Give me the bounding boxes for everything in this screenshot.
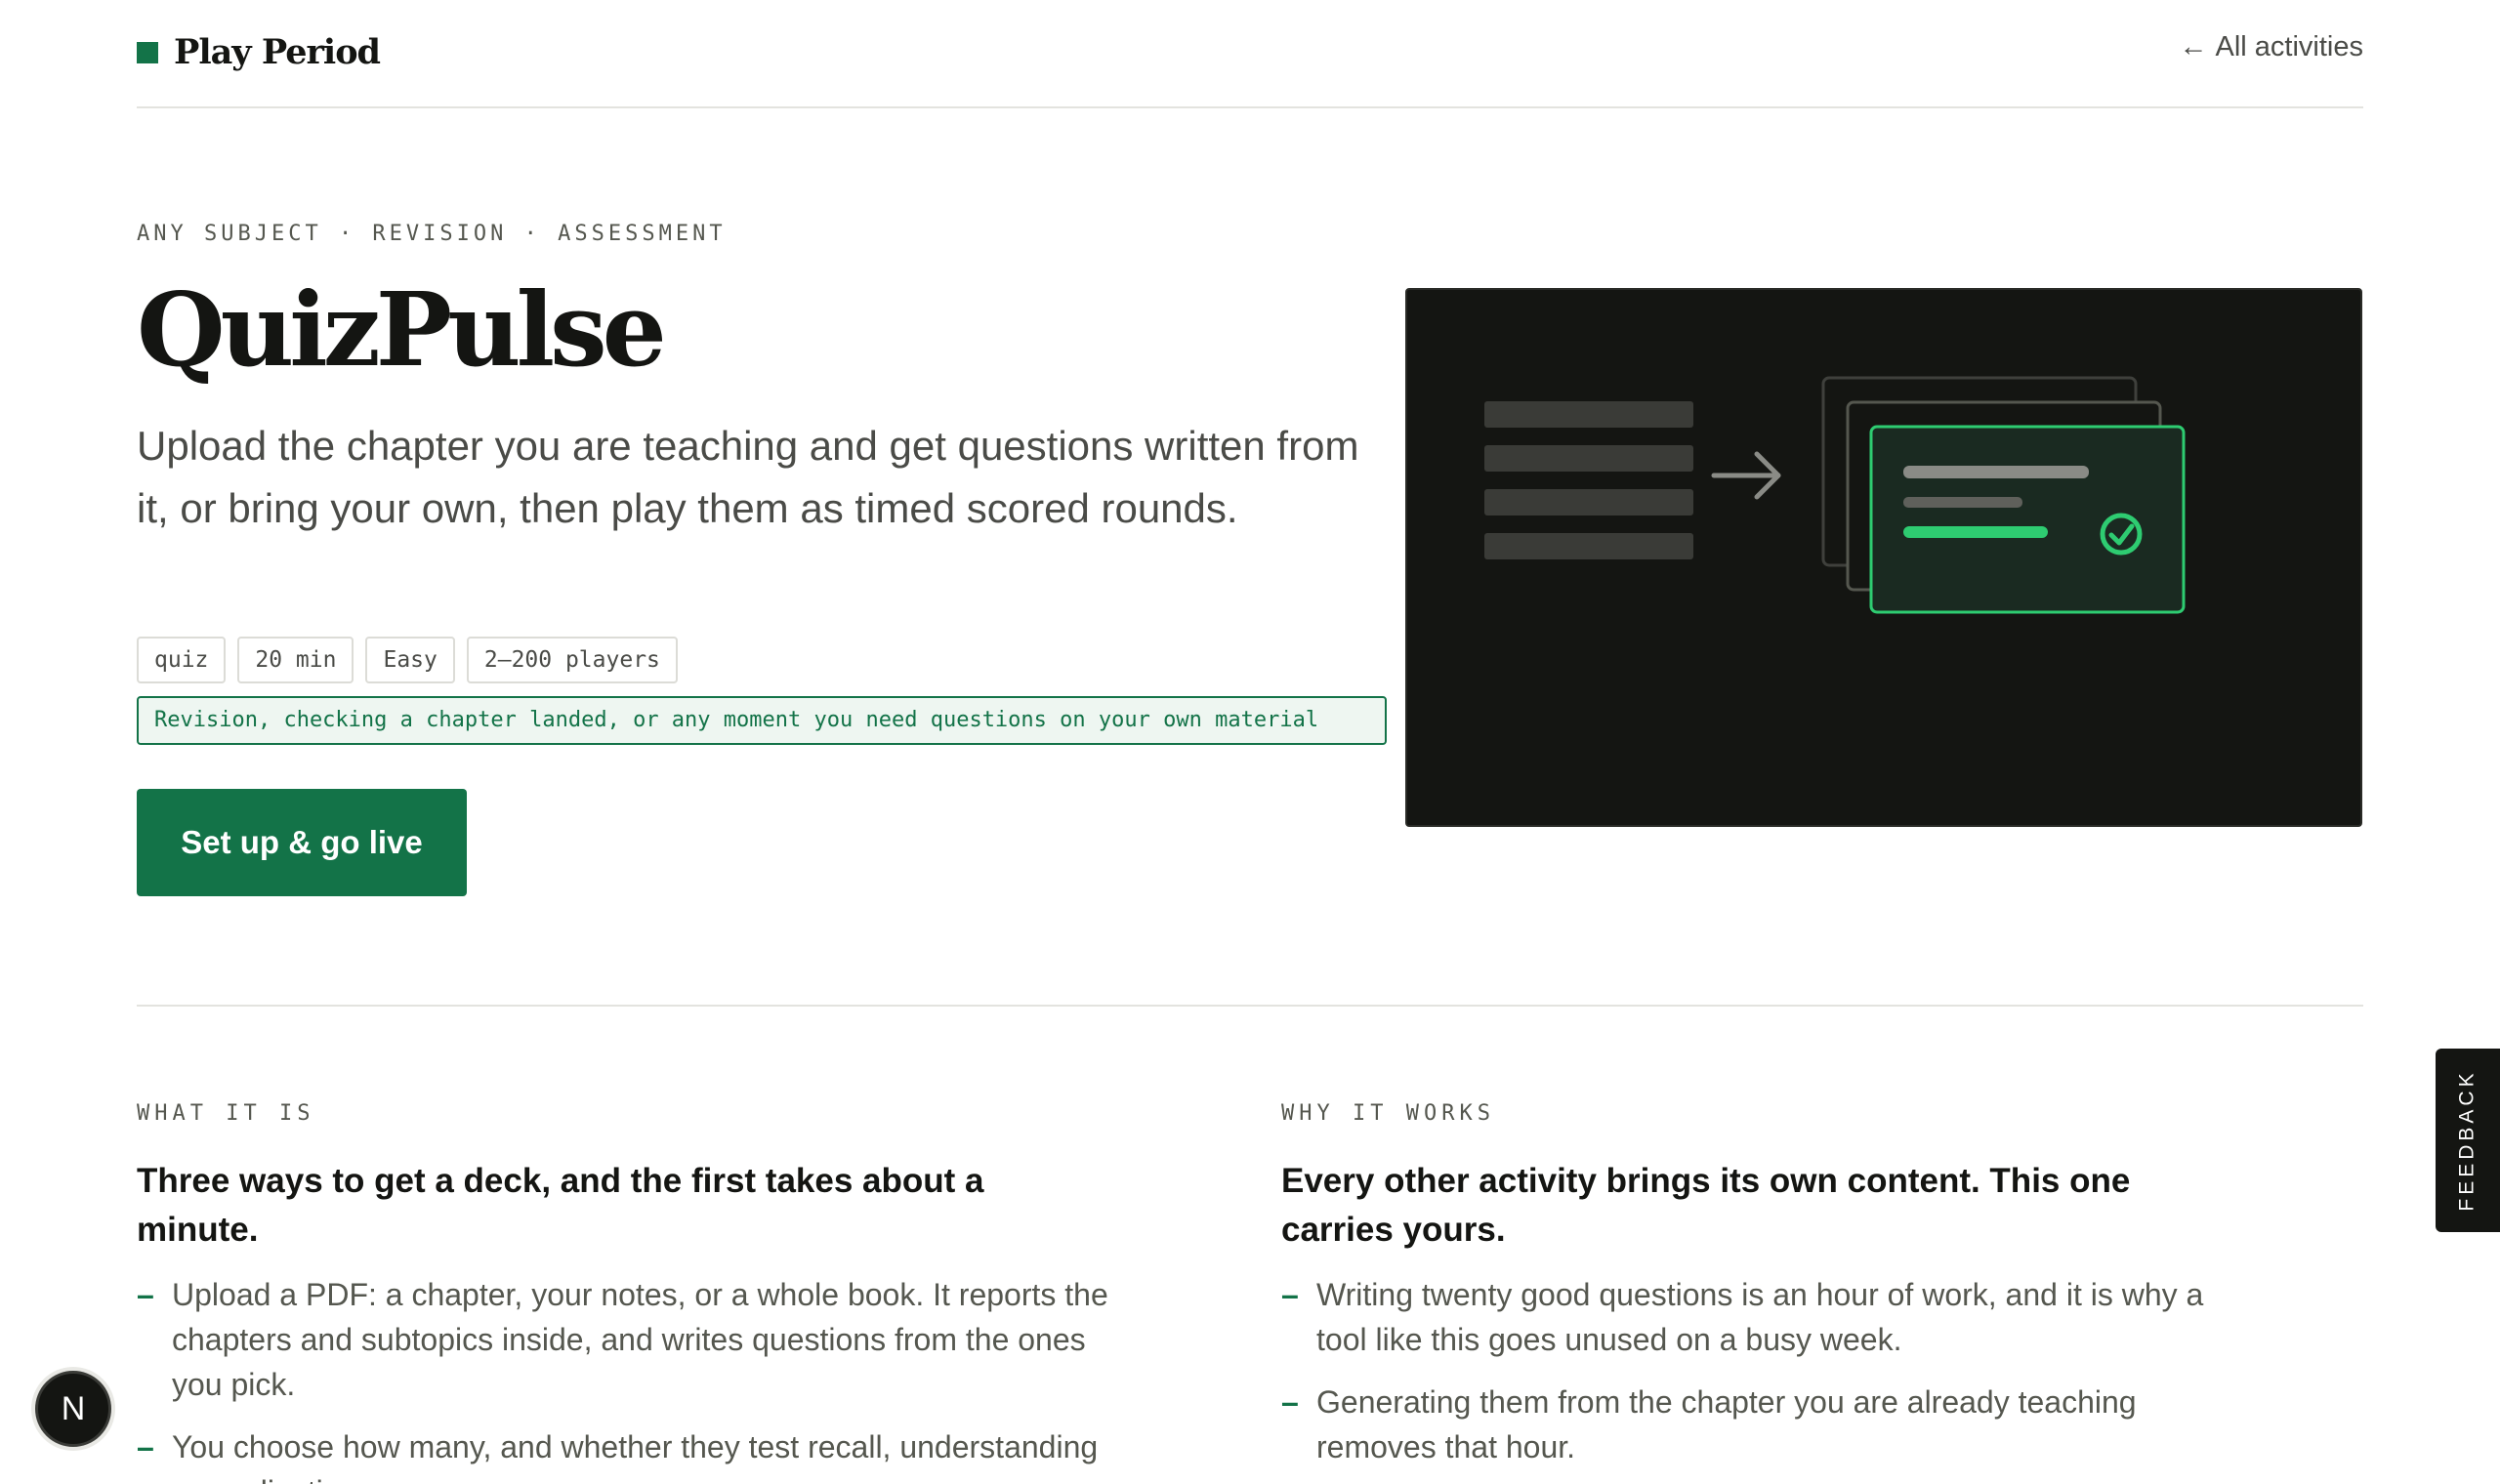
section-heading: Three ways to get a deck, and the first … [137,1162,984,1249]
list-item: – You choose how many, and whether they t… [137,1424,1113,1484]
brand-name: Play Period [174,32,381,72]
question-cards-icon [1821,376,2186,614]
list-item-text: Generating them from the chapter you are… [1316,1384,2137,1464]
hero-section: ANY SUBJECT · REVISION · ASSESSMENT Quiz… [137,108,2363,1007]
illustration-svg [1484,376,2186,614]
list-item: – Upload a PDF: a chapter, your notes, or… [137,1272,1113,1407]
document-lines-icon [1484,401,1693,559]
dash-icon: – [1281,1384,1299,1420]
dash-icon: – [137,1429,154,1464]
list-item: – Generating them from the chapter you ar… [1281,1380,2258,1469]
dash-icon: – [137,1277,154,1312]
chip-difficulty: Easy [365,637,455,683]
all-activities-link[interactable]: ← All activities [2180,31,2364,63]
list-item-text: Upload a PDF: a chapter, your notes, or … [172,1277,1108,1402]
arrow-right-icon [1711,451,1781,500]
list-item-text: Writing twenty good questions is an hour… [1316,1277,2204,1357]
n-avatar-button[interactable]: N [35,1371,111,1447]
bullet-list: – Upload a PDF: a chapter, your notes, or… [137,1272,1108,1484]
list-item: – Writing twenty good questions is an hou… [1281,1272,2258,1362]
chip-players: 2–200 players [466,637,678,683]
what-it-is-section: WHAT IT IS Three ways to get a deck, and… [137,1101,1108,1484]
use-case-tag: Revision, checking a chapter landed, or … [137,696,1387,745]
dash-icon: – [1281,1277,1299,1312]
setup-go-live-button[interactable]: Set up & go live [137,789,467,896]
chip-duration: 20 min [237,637,354,683]
activity-illustration [1405,288,2362,827]
section-divider [137,1005,2363,1007]
activity-description: Upload the chapter you are teaching and … [137,423,1359,531]
brand[interactable]: Play Period [137,32,381,72]
n-letter: N [61,1389,86,1427]
feedback-tab[interactable]: FEEDBACK [2436,1049,2500,1232]
brand-logo-square [137,41,158,63]
subject-eyebrow: ANY SUBJECT · REVISION · ASSESSMENT [137,222,727,246]
why-it-works-section: WHY IT WORKS Every other activity brings… [1281,1101,2238,1484]
section-label: WHY IT WORKS [1281,1101,1495,1126]
page-title: QuizPulse [137,269,667,390]
section-label: WHAT IT IS [137,1101,315,1126]
chip-type: quiz [137,637,227,683]
bullet-list: – Writing twenty good questions is an hou… [1281,1272,2238,1469]
list-item-text: You choose how many, and whether they te… [172,1429,1099,1484]
arrow-left-icon: ← [2179,31,2208,62]
activity-meta-chips: quiz 20 min Easy 2–200 players [137,637,678,683]
site-header: Play Period ← All activities [137,0,2363,108]
section-heading: Every other activity brings its own cont… [1281,1162,2131,1249]
all-activities-label: All activities [2215,31,2364,62]
feedback-label: FEEDBACK [2456,1069,2479,1212]
